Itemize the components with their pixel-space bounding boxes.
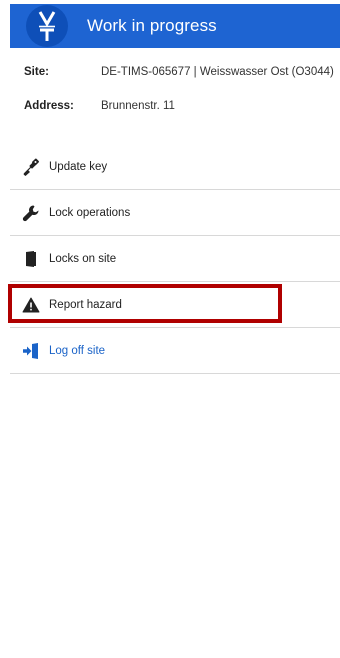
menu-item-lock-operations[interactable]: Lock operations: [10, 190, 340, 236]
sign-out-icon: [22, 342, 40, 360]
header-title: Work in progress: [87, 16, 217, 35]
wrench-icon: [22, 204, 40, 222]
menu-item-log-off-site[interactable]: Log off site: [10, 328, 340, 374]
app-header: Work in progress: [10, 4, 340, 48]
menu-item-update-key[interactable]: Update key: [10, 144, 340, 190]
menu-item-label: Locks on site: [49, 252, 117, 265]
menu-item-locks-on-site[interactable]: Locks on site: [10, 236, 340, 282]
app-logo: [26, 5, 68, 47]
site-info: Site: DE-TIMS-065677 | Weisswasser Ost (…: [24, 66, 340, 134]
site-row: Site: DE-TIMS-065677 | Weisswasser Ost (…: [24, 66, 340, 100]
action-menu: Update key Lock operations Locks on site: [8, 144, 340, 374]
site-value: DE-TIMS-065677 | Weisswasser Ost (O3044): [101, 66, 334, 78]
menu-item-label: Lock operations: [49, 206, 131, 219]
menu-item-label: Log off site: [49, 344, 106, 357]
address-row: Address: Brunnenstr. 11: [24, 100, 340, 134]
key-icon: [22, 158, 40, 176]
address-label: Address:: [24, 100, 74, 112]
site-label: Site:: [24, 66, 49, 78]
menu-item-label: Update key: [49, 160, 108, 173]
highlight-box: [8, 284, 282, 323]
menu-item-report-hazard[interactable]: Report hazard: [8, 282, 340, 328]
vt-logo-icon: [38, 11, 56, 41]
screen: Work in progress Site: DE-TIMS-065677 | …: [0, 0, 340, 658]
address-value: Brunnenstr. 11: [101, 100, 175, 112]
door-icon: [22, 250, 40, 268]
